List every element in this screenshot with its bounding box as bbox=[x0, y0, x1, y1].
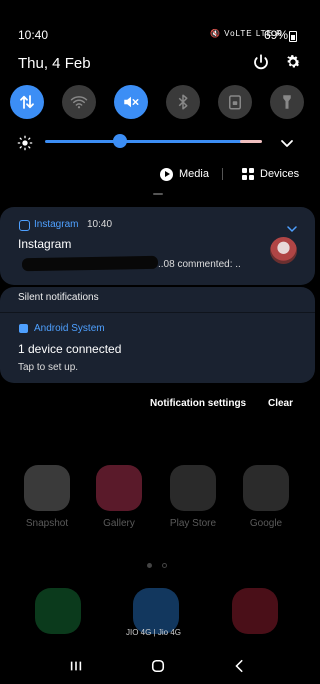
flashlight-icon bbox=[283, 95, 291, 109]
notification-subtitle: Tap to set up. bbox=[18, 362, 79, 373]
page-indicator bbox=[147, 563, 152, 568]
mobile-data-toggle[interactable] bbox=[10, 85, 44, 119]
home-button[interactable] bbox=[147, 655, 169, 677]
devices-button[interactable]: Devices bbox=[242, 165, 299, 183]
battery-icon bbox=[289, 31, 297, 42]
play-store-app-icon bbox=[170, 465, 216, 511]
screen-lock-toggle[interactable] bbox=[218, 85, 252, 119]
app-label: Gallery bbox=[103, 518, 135, 529]
gallery-app-icon bbox=[96, 465, 142, 511]
back-icon bbox=[235, 659, 243, 673]
notification-title: Instagram bbox=[18, 237, 72, 251]
brightness-slider-end bbox=[240, 140, 262, 143]
notification-settings-button[interactable]: Notification settings bbox=[150, 398, 246, 409]
recents-icon bbox=[70, 661, 82, 671]
devices-grid-icon bbox=[242, 168, 254, 180]
page-indicator bbox=[162, 563, 167, 568]
app-label: Google bbox=[249, 518, 283, 529]
brightness-sun-icon bbox=[17, 135, 33, 151]
battery-percentage: 69% bbox=[264, 28, 289, 42]
back-button[interactable] bbox=[229, 655, 251, 677]
lock-icon bbox=[229, 95, 241, 110]
phone-app-icon bbox=[35, 588, 81, 634]
redacted-username bbox=[21, 255, 159, 272]
carrier-label: JIO 4G | Jio 4G bbox=[126, 628, 181, 637]
silent-notifications-header: Silent notifications bbox=[18, 292, 99, 303]
bluetooth-icon bbox=[178, 94, 188, 110]
avatar bbox=[270, 237, 297, 264]
brightness-slider-thumb[interactable] bbox=[113, 134, 127, 148]
wifi-toggle[interactable] bbox=[62, 85, 96, 119]
chevron-down-icon[interactable] bbox=[280, 136, 294, 147]
wifi-icon bbox=[70, 96, 88, 109]
google-folder-icon bbox=[243, 465, 289, 511]
power-icon[interactable] bbox=[252, 53, 270, 71]
date: Thu, 4 Feb bbox=[18, 55, 91, 72]
panel-handle[interactable] bbox=[153, 193, 163, 195]
media-button[interactable]: Media bbox=[160, 165, 209, 183]
expand-chevron-icon[interactable] bbox=[287, 220, 297, 233]
instagram-icon bbox=[19, 220, 30, 231]
devices-label: Devices bbox=[260, 168, 300, 180]
app-label: Play Store bbox=[169, 518, 217, 529]
play-icon bbox=[160, 167, 173, 181]
app-label: Snapshot bbox=[25, 518, 69, 529]
notification-title[interactable]: 1 device connected bbox=[18, 342, 121, 356]
camera-app-icon bbox=[232, 588, 278, 634]
sound-toggle[interactable] bbox=[114, 85, 148, 119]
brightness-slider[interactable] bbox=[45, 140, 261, 143]
notification-time: 10:40 bbox=[87, 219, 113, 230]
android-system-icon bbox=[19, 324, 28, 333]
flashlight-toggle[interactable] bbox=[270, 85, 304, 119]
clock: 10:40 bbox=[18, 28, 49, 42]
notification-body: ..08 commented: .. bbox=[158, 259, 241, 270]
bluetooth-toggle[interactable] bbox=[166, 85, 200, 119]
notification-app-name: Instagram bbox=[34, 219, 79, 230]
notification-app-name: Android System bbox=[34, 323, 105, 334]
data-arrows-icon bbox=[20, 95, 34, 109]
home-icon bbox=[151, 659, 165, 673]
mute-speaker-icon bbox=[124, 96, 139, 108]
media-label: Media bbox=[179, 168, 209, 180]
snapshot-app-icon bbox=[24, 465, 70, 511]
divider bbox=[0, 312, 315, 313]
recents-button[interactable] bbox=[65, 655, 87, 677]
clear-button[interactable]: Clear bbox=[268, 398, 293, 409]
divider bbox=[222, 168, 223, 180]
settings-gear-icon[interactable] bbox=[284, 53, 302, 71]
